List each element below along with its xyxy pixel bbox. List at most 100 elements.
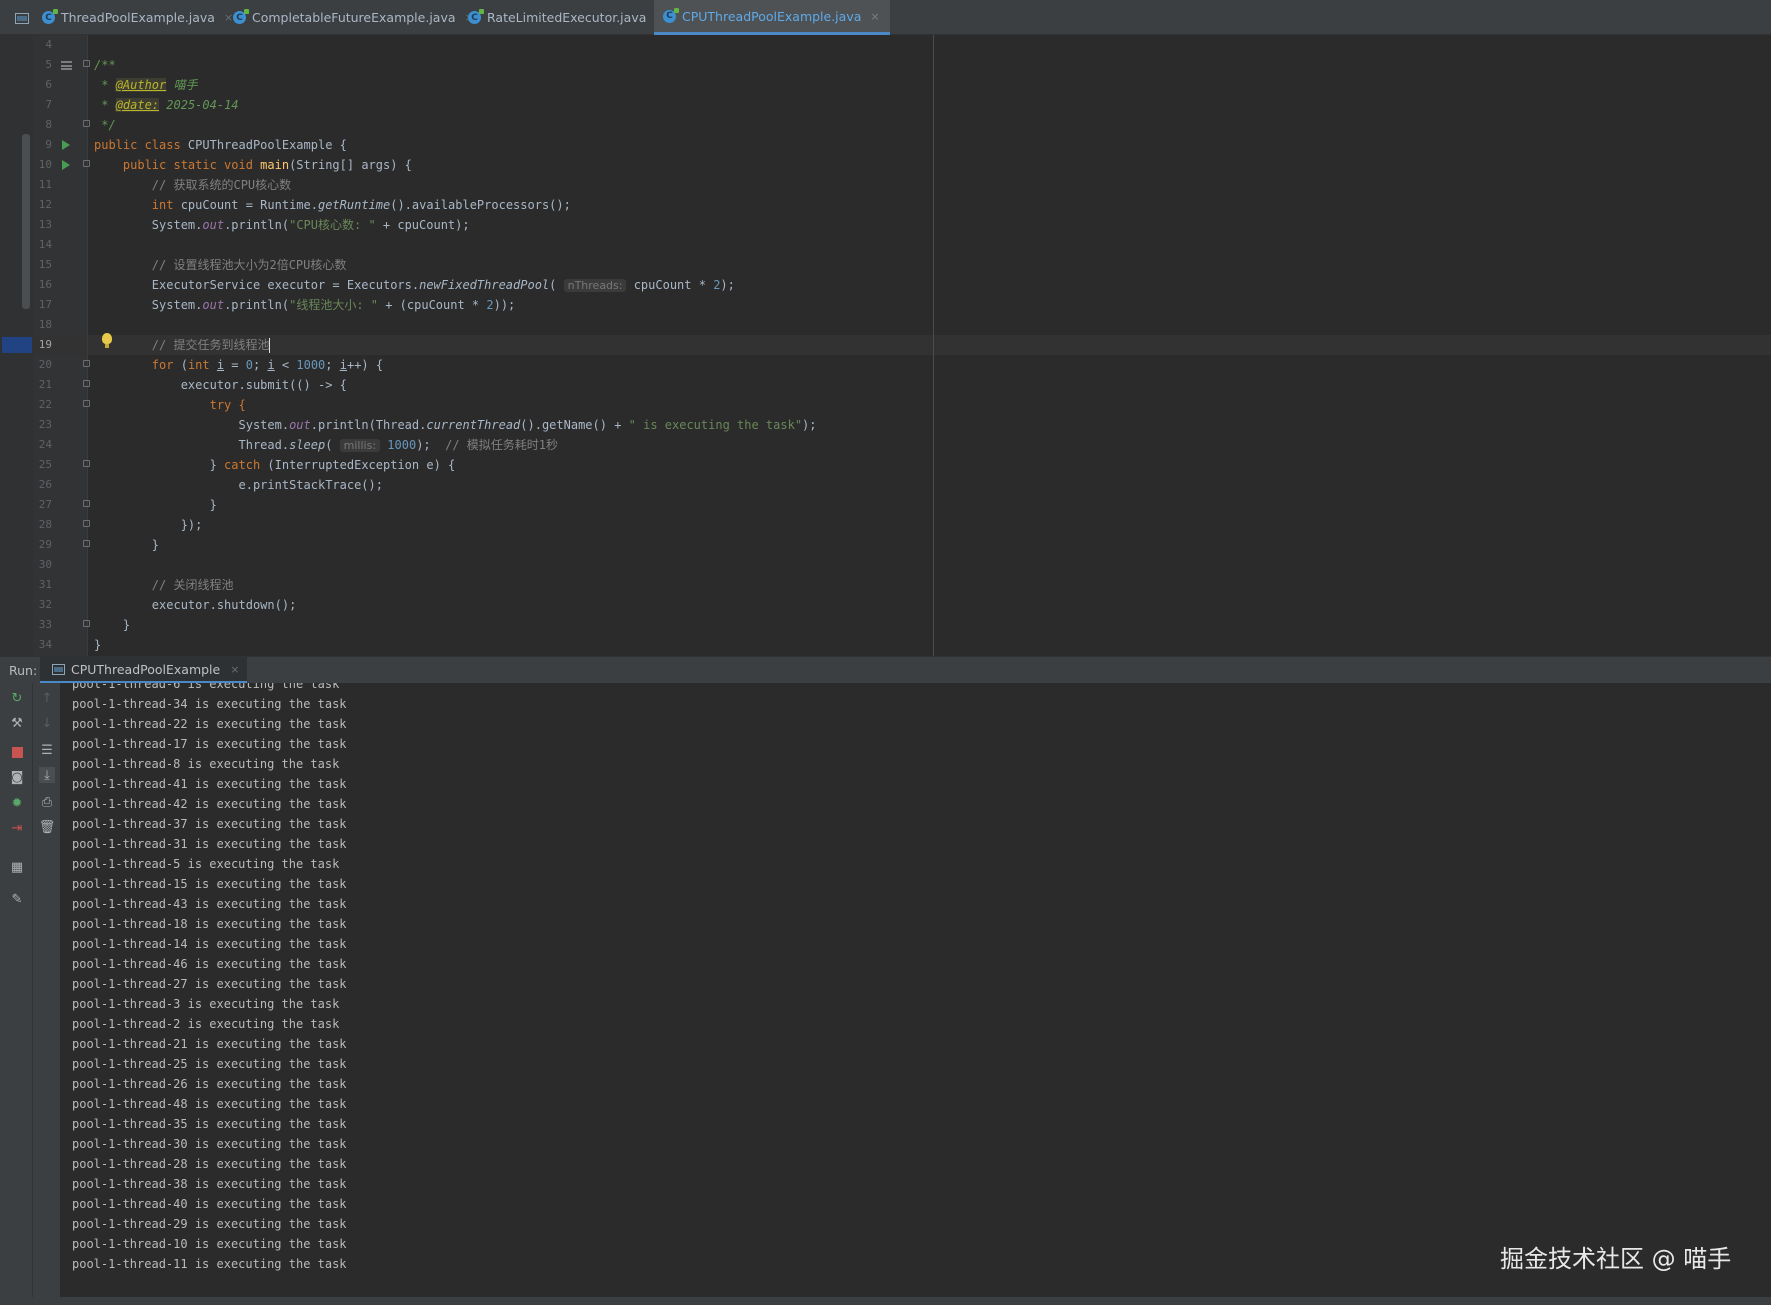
line-number[interactable]: 4 bbox=[34, 38, 52, 51]
line-number[interactable]: 16 bbox=[34, 278, 52, 291]
run-main-icon[interactable] bbox=[62, 160, 70, 170]
code-line-29[interactable]: } bbox=[94, 535, 159, 555]
tab-ratelimitedexecutor[interactable]: C RateLimitedExecutor.java × bbox=[468, 0, 665, 35]
line-number[interactable]: 17 bbox=[34, 298, 52, 311]
line-number[interactable]: 18 bbox=[34, 318, 52, 331]
fold-icon[interactable] bbox=[83, 460, 90, 467]
code-line-16[interactable]: ExecutorService executor = Executors.new… bbox=[94, 275, 735, 296]
code-line-11[interactable]: // 获取系统的CPU核心数 bbox=[94, 175, 291, 195]
fold-icon[interactable] bbox=[83, 120, 90, 127]
line-number[interactable]: 20 bbox=[34, 358, 52, 371]
rendered-doc-icon[interactable] bbox=[61, 61, 72, 70]
close-icon[interactable]: × bbox=[230, 663, 239, 676]
line-number[interactable]: 27 bbox=[34, 498, 52, 511]
code-line-28[interactable]: }); bbox=[94, 515, 203, 535]
line-number[interactable]: 31 bbox=[34, 578, 52, 591]
code-line-32[interactable]: executor.shutdown(); bbox=[94, 595, 297, 615]
exit-icon[interactable]: ⇥ bbox=[9, 820, 25, 836]
line-number[interactable]: 29 bbox=[34, 538, 52, 551]
code-line-9[interactable]: public class CPUThreadPoolExample { bbox=[94, 135, 347, 155]
down-arrow-icon[interactable]: ↓ bbox=[39, 715, 55, 731]
line-number[interactable]: 25 bbox=[34, 458, 52, 471]
code-line-24[interactable]: Thread.sleep( millis: 1000); // 模拟任务耗时1秒 bbox=[94, 435, 558, 456]
code-line-20[interactable]: for (int i = 0; i < 1000; i++) { bbox=[94, 355, 383, 375]
editor-scroll-marker[interactable] bbox=[22, 134, 30, 309]
screenshot-icon[interactable]: ◙ bbox=[9, 769, 25, 785]
pin-icon[interactable]: ✎ bbox=[9, 891, 25, 907]
scroll-to-end-icon[interactable]: ⤓ bbox=[39, 767, 55, 783]
console-line: pool-1-thread-14 is executing the task bbox=[72, 937, 347, 951]
up-arrow-icon[interactable]: ↑ bbox=[39, 690, 55, 706]
console-output[interactable]: pool-1-thread-6 is executing the task poo… bbox=[61, 683, 1771, 1295]
fold-icon[interactable] bbox=[83, 500, 90, 507]
fold-icon[interactable] bbox=[83, 60, 90, 67]
console-line: pool-1-thread-22 is executing the task bbox=[72, 717, 347, 731]
line-number[interactable]: 12 bbox=[34, 198, 52, 211]
fold-icon[interactable] bbox=[83, 380, 90, 387]
line-number[interactable]: 32 bbox=[34, 598, 52, 611]
close-icon[interactable]: × bbox=[870, 10, 879, 23]
line-number[interactable]: 6 bbox=[34, 78, 52, 91]
code-line-33[interactable]: } bbox=[94, 615, 130, 635]
code-line-6[interactable]: * @Author 喵手 bbox=[94, 75, 198, 95]
trash-icon[interactable]: 🗑 bbox=[39, 819, 56, 835]
line-number[interactable]: 11 bbox=[34, 178, 52, 191]
debug-icon[interactable]: ✹ bbox=[9, 795, 25, 811]
code-line-13[interactable]: System.out.println("CPU核心数: " + cpuCount… bbox=[94, 215, 470, 235]
rerun-icon[interactable]: ↻ bbox=[9, 690, 25, 706]
line-number[interactable]: 10 bbox=[34, 158, 52, 171]
line-number[interactable]: 13 bbox=[34, 218, 52, 231]
fold-icon[interactable] bbox=[83, 520, 90, 527]
line-number[interactable]: 14 bbox=[34, 238, 52, 251]
line-number[interactable]: 22 bbox=[34, 398, 52, 411]
line-number[interactable]: 9 bbox=[34, 138, 52, 151]
line-number[interactable]: 15 bbox=[34, 258, 52, 271]
code-line-22[interactable]: try { bbox=[94, 395, 246, 415]
line-number[interactable]: 23 bbox=[34, 418, 52, 431]
code-line-7[interactable]: * @date: 2025-04-14 bbox=[94, 95, 239, 115]
line-number[interactable]: 8 bbox=[34, 118, 52, 131]
tab-completablefutureexample[interactable]: C CompletableFutureExample.java × bbox=[233, 0, 474, 35]
print-icon[interactable]: ⎙ bbox=[39, 794, 55, 810]
line-number[interactable]: 24 bbox=[34, 438, 52, 451]
console-line: pool-1-thread-8 is executing the task bbox=[72, 757, 340, 771]
stop-icon[interactable] bbox=[9, 744, 25, 760]
code-line-15[interactable]: // 设置线程池大小为2倍CPU核心数 bbox=[94, 255, 347, 275]
line-number[interactable]: 21 bbox=[34, 378, 52, 391]
code-line-8[interactable]: */ bbox=[94, 115, 115, 135]
fold-icon[interactable] bbox=[83, 360, 90, 367]
fold-icon[interactable] bbox=[83, 540, 90, 547]
code-line-5[interactable]: /** bbox=[94, 55, 116, 75]
fold-icon[interactable] bbox=[83, 160, 90, 167]
tab-threadpoolexample[interactable]: C ThreadPoolExample.java × bbox=[42, 0, 233, 35]
layout-icon[interactable]: ▦ bbox=[9, 859, 25, 875]
code-line-26[interactable]: e.printStackTrace(); bbox=[94, 475, 383, 495]
code-line-19[interactable]: // 提交任务到线程池 bbox=[94, 335, 271, 355]
code-line-12[interactable]: int cpuCount = Runtime.getRuntime().avai… bbox=[94, 195, 571, 215]
run-tab-cputhreadpoolexample[interactable]: CPUThreadPoolExample × bbox=[40, 657, 248, 684]
line-number[interactable]: 7 bbox=[34, 98, 52, 111]
code-line-25[interactable]: } catch (InterruptedException e) { bbox=[94, 455, 456, 475]
soft-wrap-icon[interactable]: ☰ bbox=[39, 742, 55, 758]
line-number[interactable]: 5 bbox=[34, 58, 52, 71]
line-number[interactable]: 33 bbox=[34, 618, 52, 631]
fold-icon[interactable] bbox=[83, 620, 90, 627]
line-number[interactable]: 26 bbox=[34, 478, 52, 491]
code-line-31[interactable]: // 关闭线程池 bbox=[94, 575, 234, 595]
line-number[interactable]: 34 bbox=[34, 638, 52, 651]
code-line-23[interactable]: System.out.println(Thread.currentThread(… bbox=[94, 415, 816, 435]
line-number[interactable]: 30 bbox=[34, 558, 52, 571]
code-line-27[interactable]: } bbox=[94, 495, 217, 515]
code-line-17[interactable]: System.out.println("线程池大小: " + (cpuCount… bbox=[94, 295, 516, 315]
code-line-21[interactable]: executor.submit(() -> { bbox=[94, 375, 347, 395]
fold-icon[interactable] bbox=[83, 400, 90, 407]
run-class-icon[interactable] bbox=[62, 140, 70, 150]
line-number[interactable]: 28 bbox=[34, 518, 52, 531]
tab-cputhreadpoolexample[interactable]: C CPUThreadPoolExample.java × bbox=[654, 0, 890, 35]
code-line-10[interactable]: public static void main(String[] args) { bbox=[94, 155, 412, 175]
close-icon[interactable]: × bbox=[224, 11, 233, 24]
line-number[interactable]: 19 bbox=[34, 338, 52, 351]
code-line-34[interactable]: } bbox=[94, 635, 101, 655]
project-window-icon[interactable] bbox=[15, 13, 29, 24]
wrench-icon[interactable]: ⚒ bbox=[9, 715, 25, 731]
